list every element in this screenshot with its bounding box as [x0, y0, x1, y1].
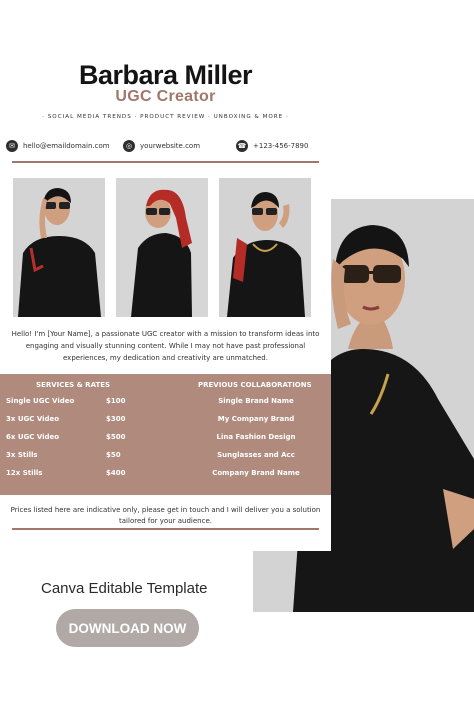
collaboration-item: Single Brand Name	[218, 397, 294, 405]
service-name: Single UGC Video	[6, 397, 75, 405]
service-row: 12x Stills $400	[6, 469, 146, 477]
globe-icon: ◎	[123, 140, 135, 152]
services-heading: SERVICES & RATES	[36, 381, 111, 389]
contact-website[interactable]: ◎ yourwebsite.com	[123, 140, 200, 152]
phone-icon: ☎	[236, 140, 248, 152]
model-photo-2	[116, 178, 208, 317]
website-text: yourwebsite.com	[140, 142, 201, 150]
collaboration-item: Company Brand Name	[212, 469, 300, 477]
service-row: 3x Stills $50	[6, 451, 146, 459]
mail-icon: ✉	[6, 140, 18, 152]
service-row: Single UGC Video $100	[6, 397, 146, 405]
divider-bottom	[12, 528, 319, 530]
media-kit-sheet: Barbara Miller UGC Creator · SOCIAL MEDI…	[0, 0, 331, 551]
contact-phone[interactable]: ☎ +123-456-7890	[236, 140, 308, 152]
service-name: 3x UGC Video	[6, 415, 60, 423]
tagline: · SOCIAL MEDIA TRENDS · PRODUCT REVIEW ·…	[42, 114, 289, 120]
download-button[interactable]: DOWNLOAD NOW	[56, 609, 199, 647]
service-price: $50	[106, 451, 121, 459]
contact-email[interactable]: ✉ hello@emaildomain.com	[6, 140, 110, 152]
pricing-note: Prices listed here are indicative only, …	[10, 506, 321, 525]
service-price: $500	[106, 433, 126, 441]
service-price: $300	[106, 415, 126, 423]
service-name: 12x Stills	[6, 469, 43, 477]
rates-panel: SERVICES & RATES PREVIOUS COLLABORATIONS…	[0, 374, 331, 495]
divider-top	[12, 161, 319, 163]
service-row: 6x UGC Video $500	[6, 433, 146, 441]
creator-name: Barbara Miller	[78, 60, 253, 90]
collaboration-item: Lina Fashion Design	[216, 433, 296, 441]
service-row: 3x UGC Video $300	[6, 415, 146, 423]
service-price: $400	[106, 469, 126, 477]
phone-text: +123-456-7890	[253, 142, 309, 150]
service-name: 3x Stills	[6, 451, 38, 459]
collaboration-item: My Company Brand	[217, 415, 295, 423]
template-label: Canva Editable Template	[41, 580, 208, 597]
model-photo-1	[13, 178, 105, 317]
service-name: 6x UGC Video	[6, 433, 60, 441]
intro-paragraph: Hello! I'm [Your Name], a passionate UGC…	[11, 330, 320, 362]
creator-role: UGC Creator	[115, 88, 216, 105]
collaboration-item: Sunglasses and Acc	[217, 451, 295, 459]
model-photo-3	[219, 178, 311, 317]
service-price: $100	[106, 397, 126, 405]
email-text: hello@emaildomain.com	[23, 142, 110, 150]
collaborations-heading: PREVIOUS COLLABORATIONS	[198, 381, 312, 389]
